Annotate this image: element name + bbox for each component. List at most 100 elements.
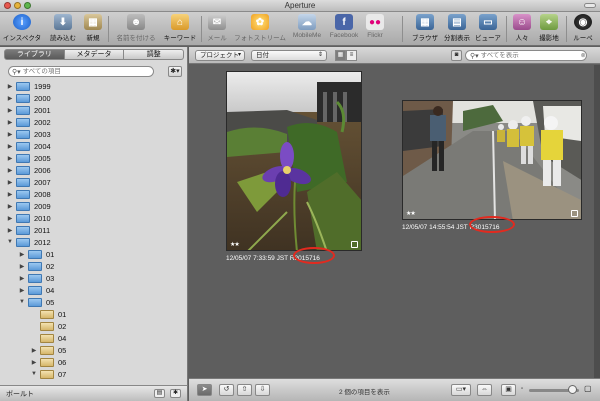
list-view-button[interactable]: ≡ [346,50,357,61]
tree-item-label: 1999 [34,81,51,91]
browser-search-field[interactable]: ⚲▾ ⊗ [465,50,587,61]
keyword-button[interactable]: ⌂ キーワード [162,14,198,42]
tree-folder-item[interactable]: ▼ 07 [0,368,187,379]
grid-view-button[interactable]: ▦ [335,50,346,61]
library-action-menu-button[interactable]: ✱▾ [168,66,182,77]
tree-folder-item[interactable]: ▶ 2010 [0,212,187,224]
vault-add-button[interactable]: ▤ [154,389,165,398]
mail-button[interactable]: ✉ メール [205,14,229,42]
toolbar-toggle-button[interactable] [584,3,596,8]
name-faces-button[interactable]: ☻ 名前を付ける [112,14,160,42]
lift-tool-button[interactable]: ⇧ [237,384,252,396]
tree-folder-item[interactable]: ▶ 01 [0,248,187,260]
tab-metadata[interactable]: メタデータ [64,49,125,60]
tree-folder-item[interactable]: ▶ 1999 [0,80,187,92]
clear-search-icon[interactable]: ⊗ [581,52,586,59]
disclosure-closed-icon[interactable]: ▶ [18,263,26,270]
viewer-mode-button[interactable]: ▣ [501,384,516,396]
browser-search-input[interactable] [480,52,581,59]
disclosure-closed-icon[interactable]: ▶ [6,107,14,114]
disclosure-closed-icon[interactable]: ▶ [30,359,38,366]
disclosure-closed-icon[interactable]: ▶ [6,131,14,138]
disclosure-closed-icon[interactable]: ▶ [18,275,26,282]
rating-stars: ★★ [406,211,416,217]
full-screen-button[interactable]: ⇔ [477,384,492,396]
disclosure-closed-icon[interactable]: ▶ [6,119,14,126]
disclosure-closed-icon[interactable]: ▶ [6,143,14,150]
disclosure-closed-icon[interactable]: ▶ [6,227,14,234]
faces-button[interactable]: ☺ 人々 [510,14,534,42]
disclosure-closed-icon[interactable]: ▶ [6,155,14,162]
library-search-input[interactable] [22,68,143,75]
vault-action-button[interactable]: ✱ [170,389,181,398]
sort-popup[interactable]: 日付 ⇕ [251,50,327,61]
tab-adjustments[interactable]: 調整 [124,49,185,60]
stamp-tool-button[interactable]: ⇩ [255,384,270,396]
disclosure-open-icon[interactable]: ▼ [18,299,26,305]
flickr-button[interactable]: ●● Flickr [363,14,387,39]
disclosure-closed-icon[interactable]: ▶ [6,215,14,222]
disclosure-closed-icon[interactable]: ▶ [6,83,14,90]
disclosure-closed-icon[interactable]: ▶ [6,203,14,210]
photo-thumbnail[interactable]: ★★ [402,100,582,220]
photo-thumbnail[interactable]: ★★ [226,71,362,251]
disclosure-closed-icon[interactable]: ▶ [18,251,26,258]
tree-folder-item[interactable]: 04 [0,332,187,344]
disclosure-closed-icon[interactable]: ▶ [6,167,14,174]
select-tool-button[interactable]: ➤ [197,384,212,396]
folder-icon [16,189,30,199]
project-popup[interactable]: プロジェクト ▾ [195,50,245,61]
folder-icon [28,273,42,283]
disclosure-closed-icon[interactable]: ▶ [6,191,14,198]
iris-photo [227,72,361,250]
disclosure-closed-icon[interactable]: ▶ [18,287,26,294]
tree-folder-item[interactable]: ▼ 05 [0,296,187,308]
tree-folder-item[interactable]: ▶ 2004 [0,140,187,152]
viewer-button[interactable]: ▭ ビューア [474,14,502,42]
display-options-button[interactable]: ▭▾ [451,384,471,396]
new-button[interactable]: ▦ 新規 [82,14,104,42]
mobileme-button[interactable]: ☁ MobileMe [290,14,324,39]
tree-folder-item[interactable]: ▶ 2006 [0,164,187,176]
tree-folder-item[interactable]: 02 [0,320,187,332]
filter-hud-button[interactable]: ◙ [451,50,462,61]
disclosure-open-icon[interactable]: ▼ [6,239,14,245]
tree-folder-item[interactable]: ▶ 2007 [0,176,187,188]
thumbnail-size-slider-handle[interactable] [568,385,577,394]
photostream-button[interactable]: ✿ フォトストリーム [232,14,288,42]
places-button[interactable]: ⌖ 撮影地 [536,14,562,42]
browser-button[interactable]: ▦ ブラウザ [410,14,440,42]
inspector-button[interactable]: i インスペクタ [2,14,42,42]
tree-item-label: 05 [58,345,67,355]
tree-folder-item[interactable]: ▶ 05 [0,344,187,356]
disclosure-closed-icon[interactable]: ▶ [6,179,14,186]
tree-folder-item[interactable]: ▶ 02 [0,260,187,272]
loupe-button[interactable]: ◉ ルーペ [570,14,596,42]
tree-folder-item[interactable]: ▶ 2008 [0,188,187,200]
tree-item-label: 03 [46,273,55,283]
tree-item-label: 2005 [34,153,51,163]
split-view-button[interactable]: ▤ 分割表示 [442,14,472,42]
facebook-button[interactable]: f Facebook [327,14,361,39]
tree-folder-item[interactable]: ▶ 2000 [0,92,187,104]
disclosure-open-icon[interactable]: ▼ [30,371,38,377]
disclosure-closed-icon[interactable]: ▶ [30,347,38,354]
tree-folder-item[interactable]: 01 [0,308,187,320]
folder-icon [16,129,30,139]
rotate-tool-button[interactable]: ↺ [219,384,234,396]
library-search-field[interactable]: ⚲▾ [8,66,154,77]
tree-folder-item[interactable]: ▶ 2002 [0,116,187,128]
tree-folder-item[interactable]: ▼ 2012 [0,236,187,248]
tab-library[interactable]: ライブラリ [4,49,65,60]
tree-folder-item[interactable]: ▶ 2011 [0,224,187,236]
vertical-scrollbar[interactable] [594,65,600,378]
tree-folder-item[interactable]: ▶ 04 [0,284,187,296]
tree-folder-item[interactable]: ▶ 2001 [0,104,187,116]
tree-folder-item[interactable]: ▶ 2003 [0,128,187,140]
disclosure-closed-icon[interactable]: ▶ [6,95,14,102]
import-button[interactable]: ⬇ 読み込む [46,14,80,42]
tree-folder-item[interactable]: ▶ 03 [0,272,187,284]
tree-folder-item[interactable]: ▶ 2009 [0,200,187,212]
tree-folder-item[interactable]: ▶ 2005 [0,152,187,164]
tree-folder-item[interactable]: ▶ 06 [0,356,187,368]
